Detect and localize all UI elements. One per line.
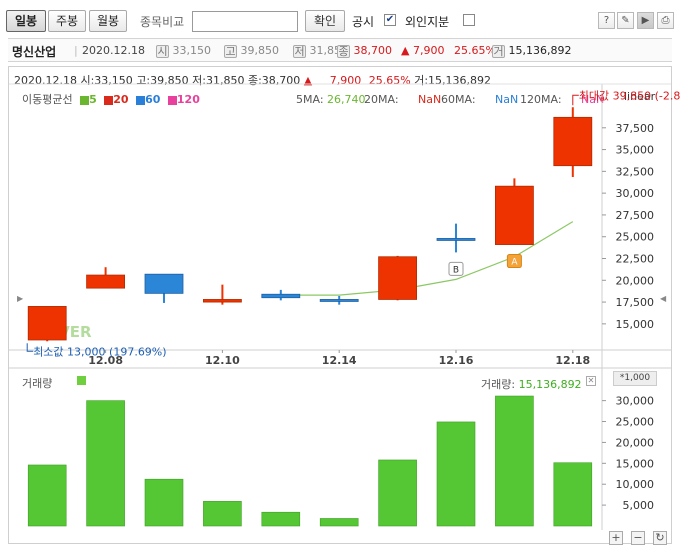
candle-body xyxy=(436,238,476,241)
price-tick-label: 27,500 xyxy=(616,209,655,222)
zoom-in-icon[interactable]: + xyxy=(609,531,623,545)
x-tick-label: 12.14 xyxy=(322,354,357,367)
volume-tick-label: 25,000 xyxy=(616,416,655,429)
volume-unit-badge: *1,000 xyxy=(613,371,657,386)
price-tick-label: 15,000 xyxy=(616,318,655,331)
volume-swatch xyxy=(77,376,86,385)
candle-body xyxy=(261,293,301,299)
x-tick-label: 12.16 xyxy=(439,354,474,367)
candle-body xyxy=(86,274,125,289)
candle-body xyxy=(319,299,359,302)
candle-body xyxy=(144,273,184,294)
volume-bar xyxy=(86,400,125,527)
volume-bar xyxy=(203,501,242,527)
price-tick-label: 35,000 xyxy=(616,144,655,157)
price-tick-label: 22,500 xyxy=(616,253,655,266)
price-tick-label: 17,500 xyxy=(616,296,655,309)
candle-body xyxy=(378,256,418,300)
price-tick-label: 37,500 xyxy=(616,122,655,135)
price-tick-label: 25,000 xyxy=(616,231,655,244)
refresh-icon[interactable]: ↻ xyxy=(653,531,667,545)
volume-readout: 거래량: 15,136,892 xyxy=(481,378,582,391)
price-volume-chart: 15,000 17,500 20,000 22,500 25,000 27,500 30,0… xyxy=(9,83,680,530)
volume-tick-label: 15,000 xyxy=(616,457,655,470)
volume-tick-label: 30,000 xyxy=(616,395,655,408)
volume-bar xyxy=(27,464,67,527)
volume-title: 거래량 xyxy=(22,377,53,390)
signal-marker-label: A xyxy=(511,258,518,268)
price-tick-label: 30,000 xyxy=(616,187,655,200)
x-tick-label: 12.10 xyxy=(205,354,240,367)
x-tick-label: 12.18 xyxy=(555,354,590,367)
zoom-out-icon[interactable]: − xyxy=(631,531,645,545)
volume-tick-label: 20,000 xyxy=(616,436,655,449)
volume-bar xyxy=(436,421,476,527)
signal-marker-label: B xyxy=(453,265,459,275)
volume-bar xyxy=(495,395,534,527)
candle-body xyxy=(494,185,534,245)
price-tick-label: 32,500 xyxy=(616,165,655,178)
volume-tick-label: 5,000 xyxy=(623,499,655,512)
candle-body xyxy=(553,116,593,167)
candle-body xyxy=(202,299,242,303)
volume-bar xyxy=(319,518,359,527)
candle-body xyxy=(27,306,67,341)
volume-tick-label: 10,000 xyxy=(616,478,655,491)
close-icon[interactable]: ✕ xyxy=(586,376,596,386)
volume-bar xyxy=(261,511,301,527)
price-tick-label: 20,000 xyxy=(616,274,655,287)
volume-bar xyxy=(378,459,417,527)
volume-bar xyxy=(553,462,593,527)
volume-bar xyxy=(144,478,184,527)
max-label: 최대값 39,850 (-2.89%) xyxy=(579,89,680,102)
min-label: 최소값 13,000 (197.69%) xyxy=(33,345,166,358)
